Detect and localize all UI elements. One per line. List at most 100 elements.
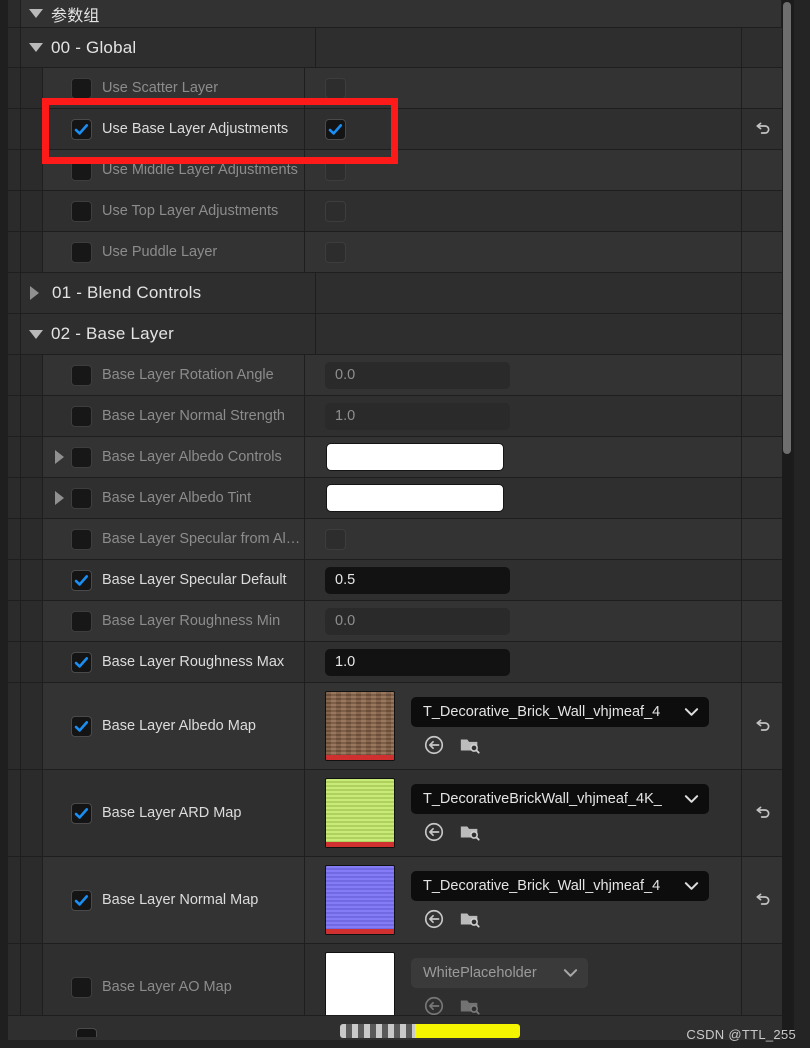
asset-dropdown-base-layer-ao-map[interactable]: WhitePlaceholder	[411, 957, 588, 988]
vertical-scrollbar-thumb[interactable]	[783, 2, 791, 454]
param-row-base-layer-roughness-max[interactable]: Base Layer Roughness Max 1.0	[8, 642, 782, 683]
param-row-base-layer-roughness-min[interactable]: Base Layer Roughness Min 0.0	[8, 601, 782, 642]
chevron-down-icon[interactable]	[684, 794, 699, 804]
asset-action-icons	[411, 821, 709, 843]
use-selected-asset-icon[interactable]	[423, 734, 445, 756]
chevron-down-icon[interactable]	[684, 707, 699, 717]
param-value-checkbox-use-base-layer-adjustments[interactable]	[325, 118, 346, 140]
param-override-checkbox-base-layer-specular-from-albedo[interactable]	[71, 528, 92, 550]
param-color-swatch-base-layer-albedo-controls[interactable]	[326, 443, 504, 471]
param-override-checkbox-base-layer-albedo-controls[interactable]	[71, 446, 92, 468]
param-override-checkbox-use-base-layer-adjustments[interactable]	[71, 118, 92, 140]
param-row-base-layer-normal-map[interactable]: Base Layer Normal Map T_Decorative_Brick…	[8, 857, 782, 944]
param-resetcell	[742, 68, 782, 108]
param-value-checkbox-use-middle-layer-adjustments[interactable]	[325, 159, 346, 181]
param-override-checkbox-clipped[interactable]	[76, 1028, 97, 1037]
param-override-checkbox-base-layer-ao-map[interactable]	[71, 976, 92, 998]
param-label-base-layer-specular-default: Base Layer Specular Default	[102, 572, 287, 588]
category-row-global[interactable]: 00 - Global	[8, 28, 782, 68]
param-label-use-scatter-layer: Use Scatter Layer	[102, 80, 219, 96]
param-row-base-layer-albedo-map[interactable]: Base Layer Albedo Map T_Decorative_Brick…	[8, 683, 782, 770]
browse-to-asset-icon[interactable]	[459, 908, 481, 930]
param-value-input-base-layer-specular-default[interactable]: 0.5	[325, 566, 510, 594]
use-selected-asset-icon[interactable]	[423, 908, 445, 930]
use-selected-asset-icon[interactable]	[423, 821, 445, 843]
param-row-use-scatter-layer[interactable]: Use Scatter Layer	[8, 68, 782, 109]
param-override-checkbox-base-layer-albedo-map[interactable]	[71, 715, 92, 737]
asset-picker-base-layer-albedo-map: T_Decorative_Brick_Wall_vhjmeaf_4	[411, 696, 709, 756]
param-value-input-base-layer-normal-strength[interactable]: 1.0	[325, 402, 510, 430]
texture-thumbnail-base-layer-ao-map[interactable]	[325, 952, 395, 1022]
param-row-base-layer-ard-map[interactable]: Base Layer ARD Map T_DecorativeBrickWall…	[8, 770, 782, 857]
asset-dropdown-base-layer-normal-map[interactable]: T_Decorative_Brick_Wall_vhjmeaf_4	[411, 870, 709, 901]
param-row-use-puddle-layer[interactable]: Use Puddle Layer	[8, 232, 782, 273]
param-row-partial-clipped[interactable]	[8, 1015, 782, 1040]
param-value-input-base-layer-rotation-angle[interactable]: 0.0	[325, 361, 510, 389]
param-override-checkbox-base-layer-specular-default[interactable]	[71, 569, 92, 591]
param-value-checkbox-use-top-layer-adjustments[interactable]	[325, 200, 346, 222]
param-row-base-layer-albedo-controls[interactable]: Base Layer Albedo Controls	[8, 437, 782, 478]
reset-to-default-icon[interactable]	[752, 119, 773, 140]
param-value-checkbox-base-layer-specular-from-albedo[interactable]	[325, 528, 346, 550]
category-namecell-global[interactable]: 00 - Global	[21, 28, 316, 67]
chevron-down-icon[interactable]	[29, 43, 51, 52]
param-override-checkbox-base-layer-normal-map[interactable]	[71, 889, 92, 911]
param-value-checkbox-use-scatter-layer[interactable]	[325, 77, 346, 99]
param-resetcell[interactable]	[742, 109, 782, 149]
row-gutter	[8, 478, 21, 518]
texture-thumbnail-base-layer-albedo-map[interactable]	[325, 691, 395, 761]
browse-to-asset-icon[interactable]	[459, 821, 481, 843]
param-row-use-top-layer-adjustments[interactable]: Use Top Layer Adjustments	[8, 191, 782, 232]
param-override-checkbox-base-layer-ard-map[interactable]	[71, 802, 92, 824]
row-gutter	[8, 683, 21, 769]
browse-to-asset-icon[interactable]	[459, 734, 481, 756]
param-value-input-base-layer-roughness-max[interactable]: 1.0	[325, 648, 510, 676]
category-row-blend-controls[interactable]: 01 - Blend Controls	[8, 273, 782, 314]
param-override-checkbox-base-layer-roughness-max[interactable]	[71, 651, 92, 673]
param-value-checkbox-use-puddle-layer[interactable]	[325, 241, 346, 263]
param-row-base-layer-specular-from-albedo[interactable]: Base Layer Specular from Al…	[8, 519, 782, 560]
asset-dropdown-base-layer-ard-map[interactable]: T_DecorativeBrickWall_vhjmeaf_4K_	[411, 783, 709, 814]
category-namecell-blend-controls[interactable]: 01 - Blend Controls	[21, 273, 316, 313]
param-row-base-layer-albedo-tint[interactable]: Base Layer Albedo Tint	[8, 478, 782, 519]
param-row-base-layer-specular-default[interactable]: Base Layer Specular Default 0.5	[8, 560, 782, 601]
param-override-checkbox-use-scatter-layer[interactable]	[71, 77, 92, 99]
param-override-checkbox-base-layer-rotation-angle[interactable]	[71, 364, 92, 386]
param-row-base-layer-normal-strength[interactable]: Base Layer Normal Strength 1.0	[8, 396, 782, 437]
chevron-right-icon[interactable]	[48, 491, 71, 505]
param-override-checkbox-base-layer-roughness-min[interactable]	[71, 610, 92, 632]
param-row-use-base-layer-adjustments[interactable]: Use Base Layer Adjustments	[8, 109, 782, 150]
texture-thumbnail-clipped[interactable]	[340, 1024, 520, 1038]
param-resetcell[interactable]	[742, 683, 782, 769]
texture-thumbnail-base-layer-normal-map[interactable]	[325, 865, 395, 935]
chevron-right-icon[interactable]	[30, 286, 52, 300]
category-row-base-layer[interactable]: 02 - Base Layer	[8, 314, 782, 355]
reset-to-default-icon[interactable]	[752, 890, 773, 911]
browse-to-asset-icon[interactable]	[459, 995, 481, 1017]
category-namecell-base-layer[interactable]: 02 - Base Layer	[21, 314, 316, 354]
chevron-down-icon[interactable]	[29, 329, 51, 339]
texture-thumbnail-base-layer-ard-map[interactable]	[325, 778, 395, 848]
parameter-group-header-row[interactable]: 参数组	[8, 0, 782, 28]
param-override-checkbox-use-puddle-layer[interactable]	[71, 241, 92, 263]
chevron-right-icon[interactable]	[48, 450, 71, 464]
parameter-group-header-namecell[interactable]: 参数组	[21, 0, 782, 27]
param-color-swatch-base-layer-albedo-tint[interactable]	[326, 484, 504, 512]
use-selected-asset-icon[interactable]	[423, 995, 445, 1017]
param-resetcell[interactable]	[742, 857, 782, 943]
param-override-checkbox-use-top-layer-adjustments[interactable]	[71, 200, 92, 222]
asset-dropdown-base-layer-albedo-map[interactable]: T_Decorative_Brick_Wall_vhjmeaf_4	[411, 696, 709, 727]
param-override-checkbox-base-layer-albedo-tint[interactable]	[71, 487, 92, 509]
param-row-use-middle-layer-adjustments[interactable]: Use Middle Layer Adjustments	[8, 150, 782, 191]
thumbnail-accent-bar	[326, 929, 394, 934]
reset-to-default-icon[interactable]	[752, 803, 773, 824]
param-row-base-layer-rotation-angle[interactable]: Base Layer Rotation Angle 0.0	[8, 355, 782, 396]
chevron-down-icon[interactable]	[29, 9, 51, 18]
param-override-checkbox-base-layer-normal-strength[interactable]	[71, 405, 92, 427]
param-value-input-base-layer-roughness-min[interactable]: 0.0	[325, 607, 510, 635]
param-resetcell[interactable]	[742, 770, 782, 856]
param-override-checkbox-use-middle-layer-adjustments[interactable]	[71, 159, 92, 181]
chevron-down-icon[interactable]	[684, 881, 699, 891]
chevron-down-icon[interactable]	[563, 968, 578, 978]
reset-to-default-icon[interactable]	[752, 716, 773, 737]
